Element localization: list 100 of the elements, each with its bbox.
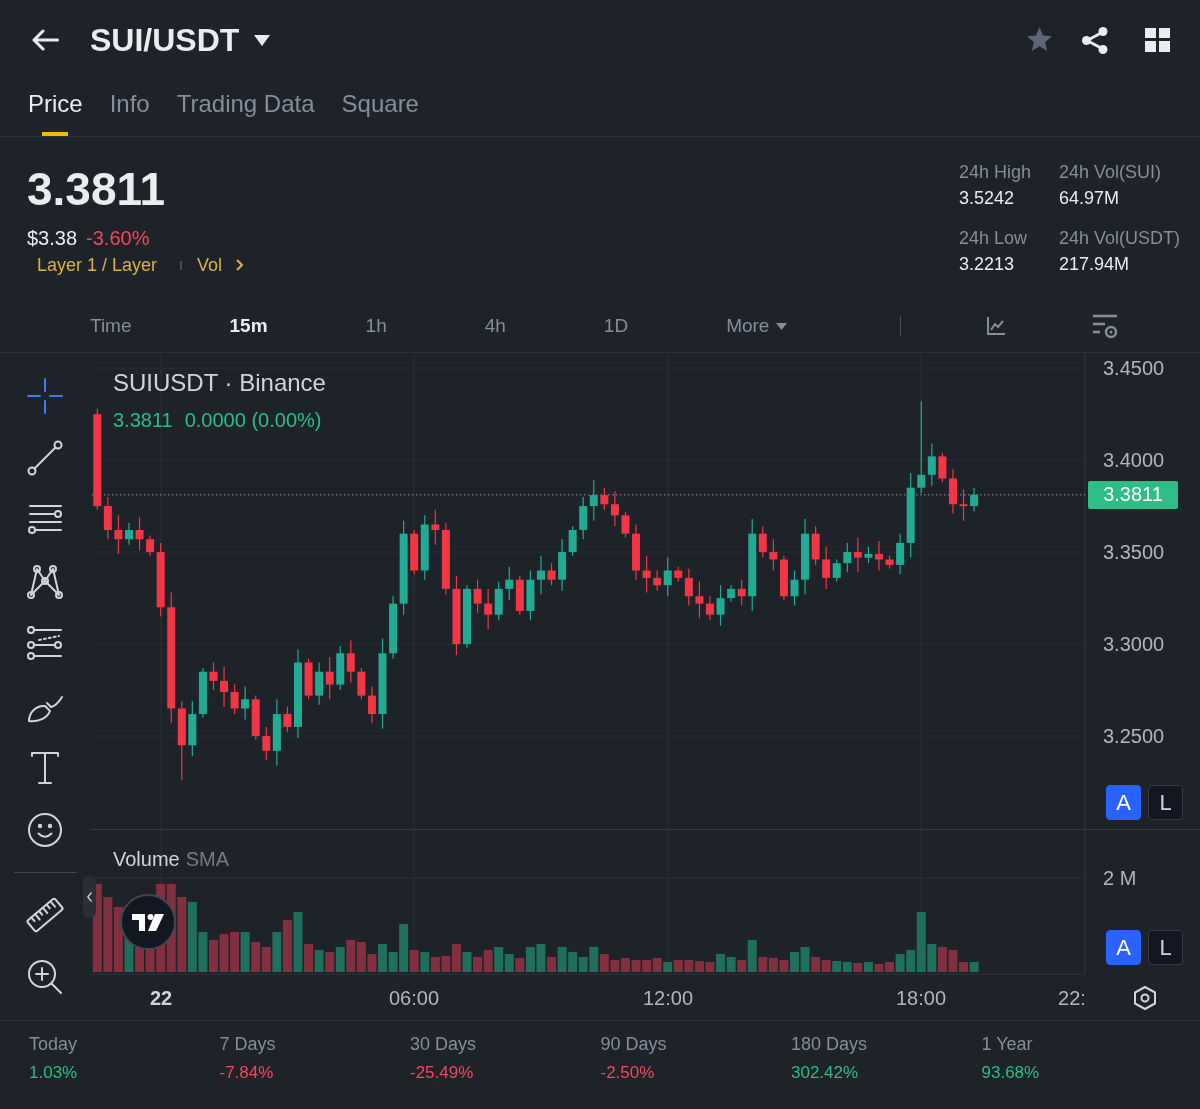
time-axis-label: 22 xyxy=(149,986,173,1010)
legend-price: 3.3811 xyxy=(113,408,173,432)
interval-option[interactable]: 1h xyxy=(365,314,387,338)
last-price: 3.3811 xyxy=(27,166,167,212)
stat-value: 64.97M xyxy=(1058,187,1120,209)
collapse-toolbar-button[interactable] xyxy=(83,876,96,918)
period-change: -25.49% xyxy=(410,1062,475,1084)
period-label: 180 Days xyxy=(791,1033,869,1056)
candle xyxy=(336,645,345,691)
pattern-icon[interactable] xyxy=(25,562,65,602)
chevron-left-icon xyxy=(87,892,92,902)
price-axis-label: 3.3500 xyxy=(1103,540,1165,565)
candle xyxy=(875,540,883,572)
volume-axis-label: 2 M xyxy=(1103,867,1137,889)
list-settings-icon[interactable] xyxy=(1092,313,1118,339)
settings-icon[interactable] xyxy=(1132,985,1158,1011)
candle xyxy=(970,487,979,513)
candle xyxy=(304,658,313,700)
time-axis-label: 06:00 xyxy=(388,986,440,1010)
candle xyxy=(515,575,524,616)
candle xyxy=(283,706,292,733)
scale-button[interactable]: L xyxy=(1148,785,1183,820)
pair-selector-button[interactable]: SUI/USDT xyxy=(90,21,271,59)
zoom-in-icon[interactable] xyxy=(25,957,65,997)
candle xyxy=(779,555,788,601)
candle xyxy=(325,656,334,700)
scale-button[interactable]: A xyxy=(1106,930,1141,965)
candle xyxy=(346,639,355,684)
interval-option[interactable]: 15m xyxy=(229,314,268,338)
category-tag-link[interactable]: Layer 1 / Layer xyxy=(37,254,158,276)
price-axis-label: 3.2500 xyxy=(1103,724,1165,749)
stat-value: 217.94M xyxy=(1058,253,1130,275)
logo-badge-icon[interactable] xyxy=(120,894,176,950)
candle xyxy=(357,667,366,700)
candle xyxy=(853,536,862,573)
more-menu-button[interactable]: More xyxy=(726,314,788,338)
period-change: 93.68% xyxy=(981,1062,1041,1084)
period-label: Today xyxy=(29,1033,79,1056)
star-icon[interactable] xyxy=(1026,27,1053,53)
trend-line-icon[interactable] xyxy=(25,438,65,478)
share-icon[interactable] xyxy=(1082,26,1108,54)
candle xyxy=(463,584,471,649)
stat-label: 24h Vol(USDT) xyxy=(1058,227,1180,249)
caret-down-icon xyxy=(254,34,271,46)
candle xyxy=(706,595,714,621)
candle xyxy=(769,538,778,572)
candle xyxy=(188,700,197,757)
candle xyxy=(135,516,144,551)
stat-label: 24h High xyxy=(958,161,1032,183)
scale-button[interactable]: L xyxy=(1148,930,1183,965)
period-label: 1 Year xyxy=(981,1033,1034,1056)
stat-label: 24h Vol(SUI) xyxy=(1058,161,1162,183)
last-price-tag: 3.3811 xyxy=(1088,480,1178,509)
time-axis-label: 22: xyxy=(1058,986,1086,1010)
candle xyxy=(959,488,968,522)
candle xyxy=(526,569,535,621)
smiley-icon[interactable] xyxy=(25,810,65,850)
period-change: 1.03% xyxy=(29,1062,79,1084)
price-change: -3.60% xyxy=(86,226,150,250)
candle xyxy=(484,588,493,630)
tab[interactable]: Price xyxy=(28,80,83,136)
grid-icon[interactable] xyxy=(1145,28,1170,52)
candle xyxy=(230,683,239,715)
tab[interactable]: Square xyxy=(341,80,419,136)
interval-option[interactable]: 4h xyxy=(484,314,506,338)
candle xyxy=(864,545,873,564)
back-arrow-icon[interactable] xyxy=(31,29,59,51)
price-axis-label: 3.3000 xyxy=(1103,632,1165,657)
scale-button[interactable]: A xyxy=(1106,785,1141,820)
chevron-right-icon xyxy=(236,259,244,271)
candle xyxy=(241,685,250,721)
price-axis-label: 3.4000 xyxy=(1103,448,1165,473)
crosshair-icon[interactable] xyxy=(25,376,65,416)
candle xyxy=(885,555,894,570)
line-chart-icon[interactable] xyxy=(986,316,1006,336)
candle xyxy=(716,584,725,627)
time-axis-label: 12:00 xyxy=(642,986,694,1010)
candle xyxy=(547,562,556,586)
interval-option[interactable]: 1D xyxy=(603,314,629,338)
tab[interactable]: Info xyxy=(109,80,150,136)
stat-value: 3.5242 xyxy=(958,187,1015,209)
volume-tag-link[interactable]: Vol xyxy=(197,254,244,276)
period-change: -7.84% xyxy=(219,1062,275,1084)
candle xyxy=(494,580,503,621)
stat-label: 24h Low xyxy=(958,227,1028,249)
candle xyxy=(621,511,630,538)
candle xyxy=(505,566,514,601)
candle xyxy=(198,667,207,719)
tab[interactable]: Trading Data xyxy=(176,80,315,136)
candle xyxy=(367,685,376,724)
candle xyxy=(790,569,799,607)
period-label: 30 Days xyxy=(410,1033,478,1056)
candle xyxy=(220,665,229,708)
interval-option[interactable]: Time xyxy=(90,314,132,338)
candle xyxy=(251,695,260,741)
candle xyxy=(695,580,704,619)
candle xyxy=(209,661,218,691)
period-change: 302.42% xyxy=(791,1062,860,1084)
ruler-icon[interactable] xyxy=(25,895,65,935)
time-axis-label: 18:00 xyxy=(895,986,947,1010)
